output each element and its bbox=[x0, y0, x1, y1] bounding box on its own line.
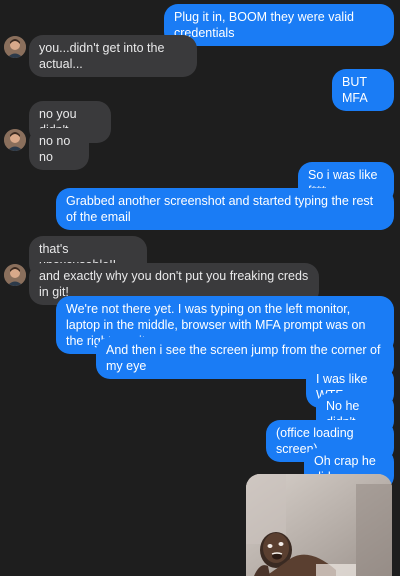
message-incoming[interactable]: no no no bbox=[29, 128, 89, 170]
message-text: no no no bbox=[39, 134, 71, 164]
message-text: Grabbed another screenshot and started t… bbox=[66, 194, 374, 224]
message-outgoing[interactable]: Grabbed another screenshot and started t… bbox=[56, 188, 394, 230]
message-outgoing[interactable]: BUT MFA bbox=[332, 69, 394, 111]
message-text: and exactly why you don't put you freaki… bbox=[39, 269, 309, 299]
message-outgoing[interactable]: Plug it in, BOOM they were valid credent… bbox=[164, 4, 394, 46]
message-incoming[interactable]: you...didn't get into the actual... bbox=[29, 35, 197, 77]
message-text: Plug it in, BOOM they were valid credent… bbox=[174, 10, 354, 40]
message-text: BUT MFA bbox=[342, 75, 368, 105]
contact-avatar[interactable] bbox=[4, 264, 26, 286]
contact-avatar[interactable] bbox=[4, 36, 26, 58]
reaction-photo[interactable] bbox=[246, 474, 392, 576]
contact-avatar[interactable] bbox=[4, 129, 26, 151]
message-text: you...didn't get into the actual... bbox=[39, 41, 165, 71]
